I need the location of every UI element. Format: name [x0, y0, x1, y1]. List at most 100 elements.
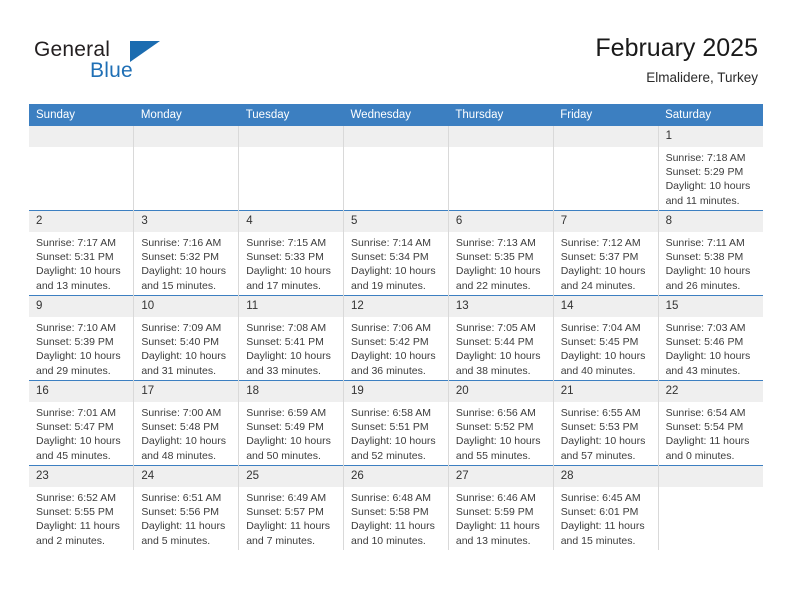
daylight-text-cont: and 26 minutes.: [665, 279, 741, 292]
calendar-empty-cell: [343, 126, 449, 211]
daylight-text: Daylight: 11 hours: [36, 520, 120, 533]
calendar-day-cell[interactable]: 14 Sunrise: 7:04 AM Sunset: 5:45 PM Dayligh…: [553, 295, 659, 381]
calendar-day-cell[interactable]: 21 Sunrise: 6:55 AM Sunset: 5:53 PM Dayligh…: [553, 380, 659, 466]
daylight-text: Daylight: 10 hours: [36, 265, 121, 278]
calendar-day-cell[interactable]: 18 Sunrise: 6:59 AM Sunset: 5:49 PM Dayligh…: [238, 380, 345, 466]
calendar-day-cell[interactable]: 12 Sunrise: 7:06 AM Sunset: 5:42 PM Dayligh…: [343, 295, 449, 381]
sunset-text: Sunset: 5:33 PM: [246, 251, 324, 264]
daylight-text-cont: and 13 minutes.: [36, 279, 111, 292]
sunset-text: Sunset: 5:45 PM: [560, 336, 639, 349]
day-details: Sunrise: 6:48 AM Sunset: 5:58 PM Daylight:…: [344, 487, 448, 548]
day-details: Sunrise: 7:15 AM Sunset: 5:33 PM Daylight:…: [239, 232, 343, 293]
day-number: 15: [658, 296, 763, 317]
daylight-text-cont: and 17 minutes.: [246, 279, 321, 292]
weekday-header-saturday: Saturday: [658, 104, 763, 126]
sunrise-text: Sunrise: 6:52 AM: [36, 492, 116, 504]
day-details: Sunrise: 6:59 AM Sunset: 5:49 PM Daylight:…: [239, 402, 343, 463]
sunrise-text: Sunrise: 7:12 AM: [560, 237, 641, 249]
daylight-text: Daylight: 10 hours: [36, 350, 121, 363]
day-number: 21: [553, 381, 658, 402]
calendar-day-cell[interactable]: 22 Sunrise: 6:54 AM Sunset: 5:54 PM Dayligh…: [658, 380, 763, 466]
calendar-day-cell[interactable]: 13 Sunrise: 7:05 AM Sunset: 5:44 PM Dayligh…: [448, 295, 554, 381]
sunrise-text: Sunrise: 6:45 AM: [560, 492, 641, 504]
sunset-text: Sunset: 5:51 PM: [351, 421, 429, 434]
calendar-day-cell[interactable]: 15 Sunrise: 7:03 AM Sunset: 5:46 PM Dayligh…: [658, 295, 763, 381]
daylight-text: Daylight: 10 hours: [246, 435, 331, 448]
day-number: 24: [134, 466, 239, 487]
sunset-text: Sunset: 5:57 PM: [246, 506, 324, 519]
day-number: 20: [448, 381, 553, 402]
calendar-day-cell[interactable]: 7 Sunrise: 7:12 AM Sunset: 5:37 PM Daylight…: [553, 210, 659, 296]
calendar-day-cell[interactable]: 6 Sunrise: 7:13 AM Sunset: 5:35 PM Daylight…: [448, 210, 554, 296]
sunrise-text: Sunrise: 7:00 AM: [141, 407, 222, 419]
daylight-text: Daylight: 10 hours: [351, 435, 436, 448]
calendar-day-cell[interactable]: 11 Sunrise: 7:08 AM Sunset: 5:41 PM Dayligh…: [238, 295, 345, 381]
sunrise-text: Sunrise: 6:48 AM: [351, 492, 431, 504]
calendar-week-row: 2 Sunrise: 7:17 AM Sunset: 5:31 PM Daylight…: [29, 210, 763, 296]
calendar-day-cell[interactable]: 28 Sunrise: 6:45 AM Sunset: 6:01 PM Dayligh…: [553, 465, 659, 550]
calendar-empty-cell: [29, 126, 135, 211]
day-number: 2: [29, 211, 134, 232]
sunrise-text: Sunrise: 6:46 AM: [455, 492, 536, 504]
daylight-text-cont: and 33 minutes.: [246, 364, 321, 377]
day-number: 22: [658, 381, 763, 402]
calendar-day-cell[interactable]: 8 Sunrise: 7:11 AM Sunset: 5:38 PM Daylight…: [658, 210, 763, 296]
daylight-text-cont: and 52 minutes.: [351, 449, 426, 462]
daylight-text-cont: and 15 minutes.: [560, 534, 636, 547]
calendar-day-cell[interactable]: 27 Sunrise: 6:46 AM Sunset: 5:59 PM Dayligh…: [448, 465, 554, 550]
day-details: Sunrise: 6:52 AM Sunset: 5:55 PM Daylight:…: [29, 487, 133, 548]
calendar-day-cell[interactable]: 3 Sunrise: 7:16 AM Sunset: 5:32 PM Daylight…: [133, 210, 240, 296]
calendar-day-cell[interactable]: 1 Sunrise: 7:18 AM Sunset: 5:29 PM Daylight…: [658, 126, 763, 211]
calendar-day-cell[interactable]: 9 Sunrise: 7:10 AM Sunset: 5:39 PM Daylight…: [29, 295, 135, 381]
calendar-day-cell[interactable]: 26 Sunrise: 6:48 AM Sunset: 5:58 PM Dayligh…: [343, 465, 449, 550]
sunrise-text: Sunrise: 7:04 AM: [560, 322, 641, 334]
weekday-header-thursday: Thursday: [448, 104, 554, 126]
sunrise-text: Sunrise: 6:55 AM: [560, 407, 641, 419]
sunset-text: Sunset: 6:01 PM: [560, 506, 639, 519]
calendar-day-cell[interactable]: 4 Sunrise: 7:15 AM Sunset: 5:33 PM Daylight…: [238, 210, 345, 296]
calendar-day-cell[interactable]: 10 Sunrise: 7:09 AM Sunset: 5:40 PM Dayligh…: [133, 295, 240, 381]
daylight-text-cont: and 19 minutes.: [351, 279, 426, 292]
daylight-text: Daylight: 10 hours: [665, 350, 751, 363]
calendar-week-row: 1 Sunrise: 7:18 AM Sunset: 5:29 PM Daylight…: [29, 126, 763, 211]
day-details: Sunrise: 6:46 AM Sunset: 5:59 PM Daylight:…: [449, 487, 553, 548]
sunset-text: Sunset: 5:54 PM: [665, 421, 744, 434]
day-number: 7: [553, 211, 658, 232]
calendar-day-cell[interactable]: 17 Sunrise: 7:00 AM Sunset: 5:48 PM Dayligh…: [133, 380, 240, 466]
sunrise-text: Sunrise: 7:10 AM: [36, 322, 116, 334]
calendar-day-cell[interactable]: 24 Sunrise: 6:51 AM Sunset: 5:56 PM Dayligh…: [133, 465, 240, 550]
daylight-text: Daylight: 11 hours: [141, 520, 226, 533]
calendar-day-cell[interactable]: 2 Sunrise: 7:17 AM Sunset: 5:31 PM Daylight…: [29, 210, 135, 296]
calendar-day-cell[interactable]: 25 Sunrise: 6:49 AM Sunset: 5:57 PM Dayligh…: [238, 465, 345, 550]
sunset-text: Sunset: 5:38 PM: [665, 251, 744, 264]
calendar-day-cell[interactable]: 16 Sunrise: 7:01 AM Sunset: 5:47 PM Dayligh…: [29, 380, 135, 466]
general-blue-logo[interactable]: General Blue: [34, 38, 214, 90]
day-details: Sunrise: 6:51 AM Sunset: 5:56 PM Daylight:…: [134, 487, 238, 548]
sunset-text: Sunset: 5:32 PM: [141, 251, 219, 264]
day-number: 26: [344, 466, 448, 487]
daylight-text-cont: and 15 minutes.: [141, 279, 217, 292]
calendar-day-cell[interactable]: 5 Sunrise: 7:14 AM Sunset: 5:34 PM Daylight…: [343, 210, 449, 296]
sunrise-text: Sunrise: 6:54 AM: [665, 407, 746, 419]
day-details: Sunrise: 7:17 AM Sunset: 5:31 PM Daylight:…: [29, 232, 133, 293]
day-details: Sunrise: 7:06 AM Sunset: 5:42 PM Daylight:…: [344, 317, 448, 378]
calendar-week-row: 16 Sunrise: 7:01 AM Sunset: 5:47 PM Dayligh…: [29, 380, 763, 466]
calendar-day-cell[interactable]: 20 Sunrise: 6:56 AM Sunset: 5:52 PM Dayligh…: [448, 380, 554, 466]
daylight-text: Daylight: 10 hours: [455, 265, 541, 278]
daylight-text: Daylight: 10 hours: [665, 180, 751, 193]
daylight-text-cont: and 31 minutes.: [141, 364, 217, 377]
day-details: Sunrise: 7:14 AM Sunset: 5:34 PM Daylight:…: [344, 232, 448, 293]
daylight-text: Daylight: 10 hours: [36, 435, 121, 448]
day-details: Sunrise: 7:13 AM Sunset: 5:35 PM Daylight:…: [449, 232, 553, 293]
sunrise-text: Sunrise: 7:03 AM: [665, 322, 746, 334]
day-details: Sunrise: 7:04 AM Sunset: 5:45 PM Daylight:…: [554, 317, 658, 378]
day-number: 5: [344, 211, 448, 232]
day-number: [658, 466, 763, 487]
daylight-text-cont: and 48 minutes.: [141, 449, 217, 462]
day-number: 11: [239, 296, 344, 317]
sunset-text: Sunset: 5:52 PM: [455, 421, 534, 434]
calendar-day-cell[interactable]: 23 Sunrise: 6:52 AM Sunset: 5:55 PM Dayligh…: [29, 465, 135, 550]
daylight-text: Daylight: 11 hours: [560, 520, 645, 533]
daylight-text: Daylight: 10 hours: [665, 265, 751, 278]
calendar-day-cell[interactable]: 19 Sunrise: 6:58 AM Sunset: 5:51 PM Dayligh…: [343, 380, 449, 466]
